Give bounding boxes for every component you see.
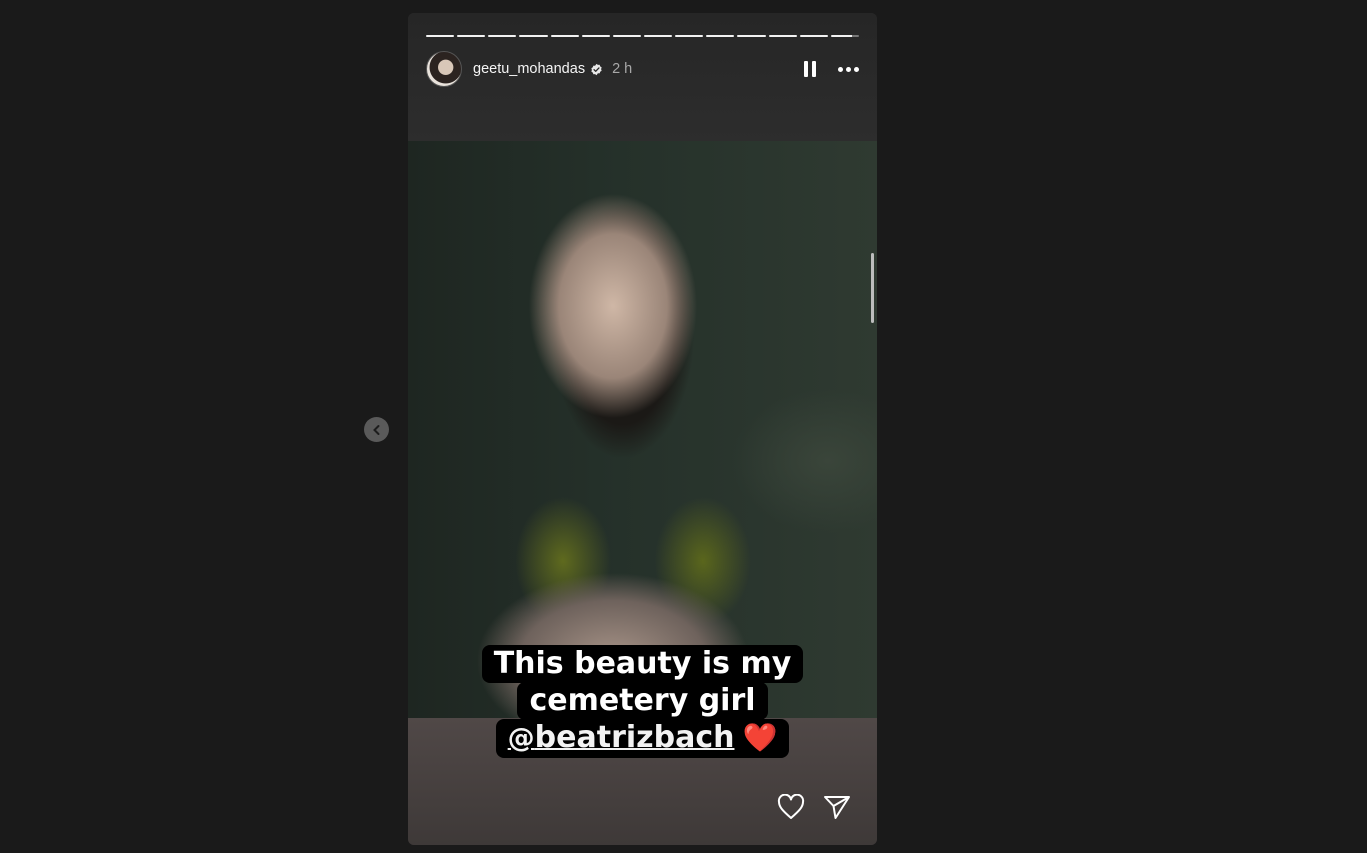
verified-badge-icon [590,63,603,76]
more-options-button[interactable] [838,66,859,72]
scroll-indicator[interactable] [871,253,874,323]
mention-username: beatrizbach [534,720,735,755]
progress-segment [706,35,735,37]
progress-segment [675,35,704,37]
send-icon [824,796,850,819]
heart-emoji-icon: ❤️ [742,721,778,754]
progress-segment [581,35,610,37]
username[interactable]: geetu_mohandas [473,61,585,77]
story-header: geetu_mohandas 2 h [426,51,859,87]
pause-button[interactable] [804,61,816,77]
progress-segment [519,35,548,37]
threads-icon: @ [507,723,535,754]
progress-segment [799,35,828,37]
progress-segment [550,35,579,37]
progress-segment [737,35,766,37]
previous-story-button[interactable] [364,417,389,442]
story-image [408,141,877,718]
more-options-icon [838,66,859,72]
progress-segment [488,35,517,37]
caption-line: cemetery girl [517,682,768,720]
header-actions [804,61,859,77]
like-button[interactable] [777,793,805,821]
caption-mention-line: @beatrizbach ❤️ [495,719,790,758]
avatar[interactable] [426,51,462,87]
progress-segment [457,35,486,37]
story-progress-bar [426,35,859,37]
story-footer-actions [777,793,851,821]
progress-segment [612,35,641,37]
progress-segment [426,35,455,37]
story-caption: This beauty is my cemetery girl @beatriz… [408,645,877,758]
heart-icon [777,794,805,819]
share-button[interactable] [823,793,851,821]
mention-link[interactable]: @beatrizbach [508,720,735,755]
pause-icon [804,61,816,77]
story-viewer: geetu_mohandas 2 h This beauty is my cem… [408,13,877,845]
progress-segment [768,35,797,37]
caption-line: This beauty is my [481,645,804,683]
story-timestamp: 2 h [612,61,633,77]
chevron-left-icon [372,424,379,435]
progress-segment [643,35,673,37]
progress-segment-current [830,35,859,37]
